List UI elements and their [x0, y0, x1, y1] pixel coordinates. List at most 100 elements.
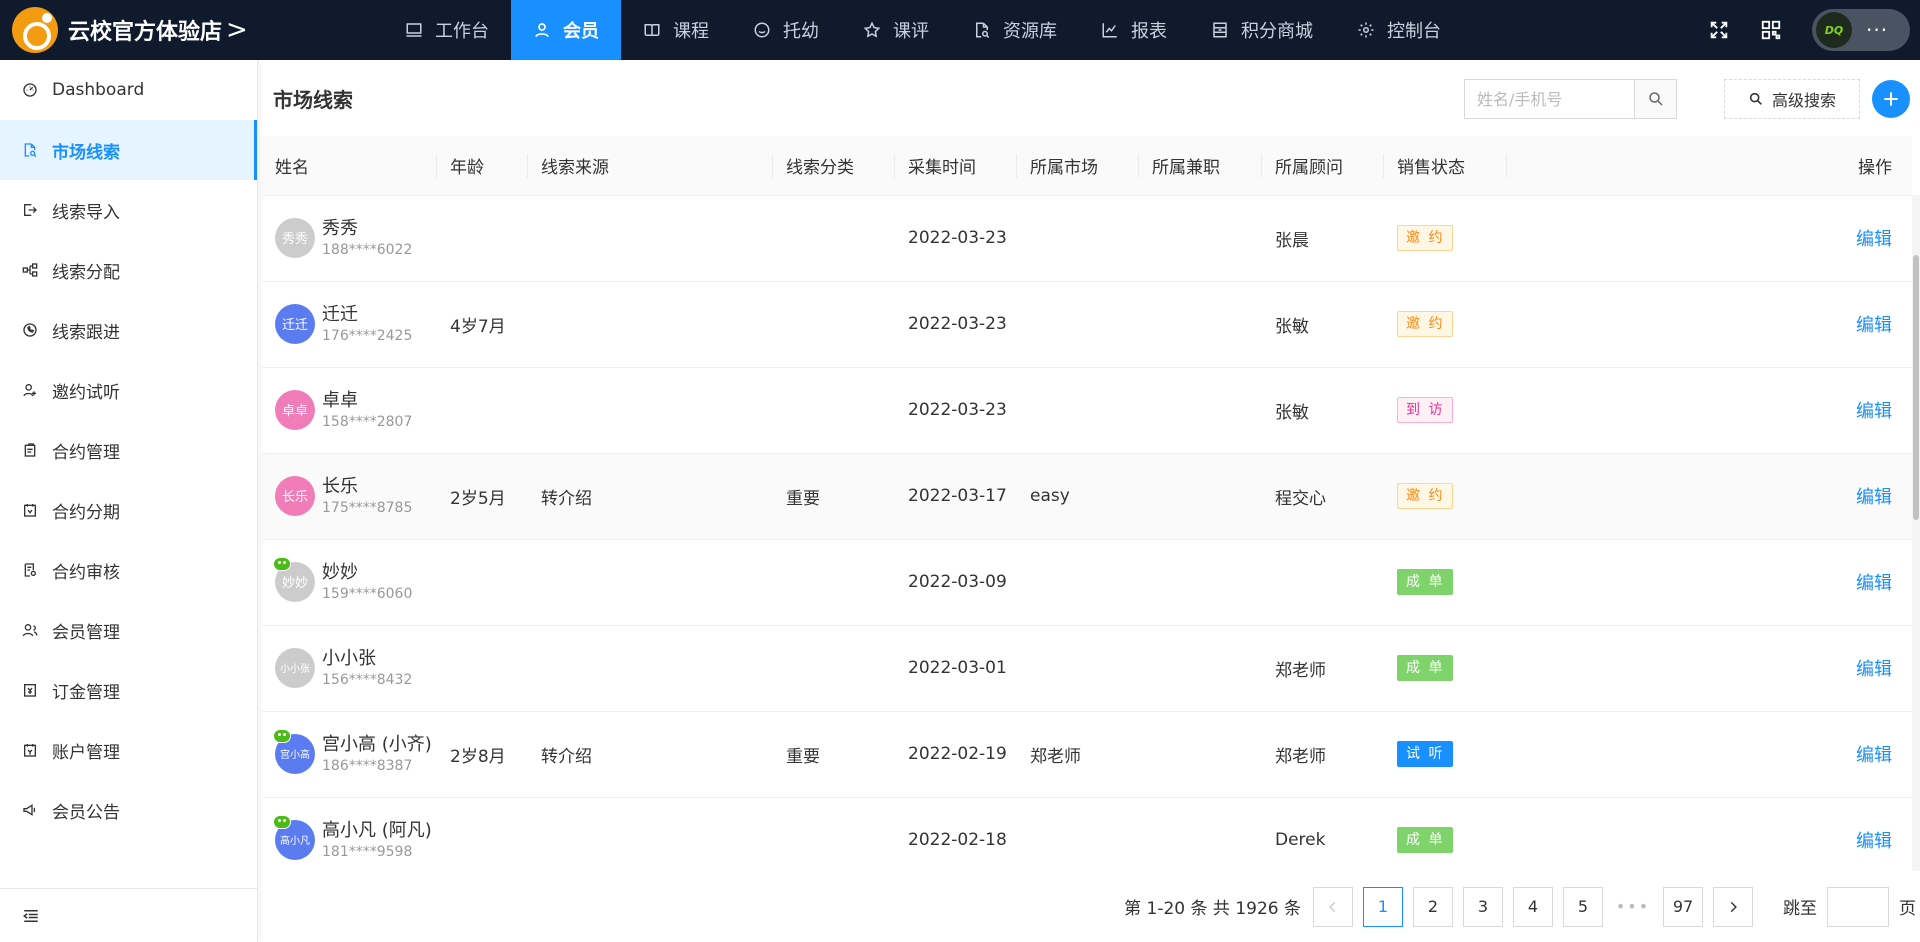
sidebar-item-9[interactable]: 会员管理 [0, 600, 257, 660]
lead-name-block: 秀秀 秀秀 188****6022 [275, 217, 437, 259]
cell-action: 编辑 [1507, 453, 1912, 540]
account-icon [22, 742, 38, 758]
lead-phone: 186****8387 [322, 757, 413, 774]
monitor-icon [405, 21, 423, 39]
sidebar-item-label: 线索跟进 [52, 322, 120, 343]
nav-item-7[interactable]: 积分商城 [1189, 0, 1335, 60]
page-number[interactable]: 4 [1513, 886, 1553, 927]
search-input[interactable] [1465, 80, 1634, 118]
sidebar-item-12[interactable]: 会员公告 [0, 780, 257, 840]
table-header: 姓名 年龄 线索来源 线索分类 采集时间 所属市场 所属兼职 所属顾问 销售状态 操作 [262, 136, 1912, 196]
column-header: 线索来源 [528, 136, 773, 196]
nav-item-label: 控制台 [1387, 21, 1441, 42]
avatar-text: 秀秀 [281, 232, 308, 248]
file-search-icon [22, 142, 38, 158]
table-row[interactable]: 迁迁 迁迁 176****2425 4岁7月 2022-03-23 张敏邀 约编辑 [262, 281, 1912, 368]
table-row[interactable]: 长乐 长乐 175****8785 2岁5月 转介绍 重要 2022-03-17 easy 程交… [262, 453, 1912, 540]
sidebar-item-4[interactable]: 线索跟进 [0, 300, 257, 360]
sidebar-item-5[interactable]: 邀约试听 [0, 360, 257, 420]
edit-link[interactable]: 编辑 [1856, 659, 1892, 680]
sidebar-item-label: 会员公告 [52, 802, 120, 823]
page-number[interactable]: 2 [1413, 886, 1453, 927]
edit-link[interactable]: 编辑 [1856, 229, 1892, 250]
cell-time: 2022-03-23 [895, 367, 1017, 454]
add-lead-button[interactable] [1872, 80, 1910, 118]
table-body: 秀秀 秀秀 188****6022 2022-03-23 张晨邀 约编辑 迁迁 迁迁 176*… [262, 195, 1912, 871]
edit-link[interactable]: 编辑 [1856, 831, 1892, 852]
table-row[interactable]: 妙妙 妙妙 159****6060 2022-03-09 成 单编辑 [262, 539, 1912, 626]
nav-item-3[interactable]: 托幼 [731, 0, 841, 60]
page-last[interactable]: 97 [1663, 886, 1703, 927]
name-text: 长乐 175****8785 [322, 475, 412, 517]
table-scrollbar[interactable] [1912, 195, 1920, 871]
dashboard-icon [22, 82, 38, 98]
qrcode-icon[interactable] [1760, 19, 1782, 41]
column-header-label: 采集时间 [908, 157, 976, 178]
cell-source [528, 539, 773, 626]
nav-item-4[interactable]: 课评 [841, 0, 951, 60]
column-header-label: 所属兼职 [1152, 157, 1220, 178]
table-row[interactable]: 秀秀 秀秀 188****6022 2022-03-23 张晨邀 约编辑 [262, 195, 1912, 282]
page-number[interactable]: 3 [1463, 886, 1503, 927]
table-row[interactable]: 小小张 小小张 156****8432 2022-03-01 郑老师成 单编辑 [262, 625, 1912, 712]
prev-page-button[interactable] [1313, 886, 1353, 927]
phone-icon [22, 322, 38, 338]
collapse-sidebar-button[interactable] [0, 888, 258, 942]
column-header: 年龄 [437, 136, 528, 196]
sidebar-item-6[interactable]: 合约管理 [0, 420, 257, 480]
sidebar-item-1[interactable]: 市场线索 [0, 120, 257, 180]
lead-name: 妙妙 [322, 562, 358, 584]
user-menu[interactable]: DQ ··· [1812, 9, 1910, 51]
avatar-text: 长乐 [281, 490, 308, 506]
sidebar-item-2[interactable]: 线索导入 [0, 180, 257, 240]
next-page-button[interactable] [1713, 886, 1753, 927]
status-badge: 成 单 [1397, 655, 1454, 681]
lead-name: 迁迁 [322, 304, 358, 326]
cell-age [437, 195, 528, 282]
fullscreen-icon[interactable] [1708, 19, 1730, 41]
advanced-search-button[interactable]: 高级搜索 [1724, 79, 1860, 119]
brand-switcher[interactable]: 云校官方体验店 > [0, 0, 383, 60]
sidebar-item-7[interactable]: 合约分期 [0, 480, 257, 540]
edit-link[interactable]: 编辑 [1856, 315, 1892, 336]
table-row[interactable]: 卓卓 卓卓 158****2807 2022-03-23 张敏到 访编辑 [262, 367, 1912, 454]
page-number[interactable]: 5 [1563, 886, 1603, 927]
nav-item-2[interactable]: 课程 [621, 0, 731, 60]
sidebar-item-label: 邀约试听 [52, 382, 120, 403]
nav-item-0[interactable]: 工作台 [383, 0, 511, 60]
nav-item-1[interactable]: 会员 [511, 0, 621, 60]
search-button[interactable] [1634, 80, 1676, 118]
edit-link[interactable]: 编辑 [1856, 745, 1892, 766]
name-text: 妙妙 159****6060 [322, 561, 412, 603]
edit-link[interactable]: 编辑 [1856, 573, 1892, 594]
cell-advisor: 郑老师 [1262, 711, 1384, 798]
nav-item-8[interactable]: 控制台 [1335, 0, 1463, 60]
table-row[interactable]: 高小凡 高小凡 (阿凡) 181****9598 2022-02-18 Derek 成 单… [262, 797, 1912, 871]
status-badge: 邀 约 [1397, 225, 1454, 251]
column-header-label: 所属顾问 [1275, 157, 1343, 178]
edit-link[interactable]: 编辑 [1856, 401, 1892, 422]
page-ellipsis[interactable]: ••• [1613, 886, 1653, 927]
sidebar-item-3[interactable]: 线索分配 [0, 240, 257, 300]
jump-page-input[interactable] [1827, 886, 1889, 927]
sidebar-item-8[interactable]: 合约审核 [0, 540, 257, 600]
scrollbar-thumb[interactable] [1913, 255, 1919, 520]
edit-link[interactable]: 编辑 [1856, 487, 1892, 508]
column-header: 姓名 [262, 136, 437, 196]
page-number[interactable]: 1 [1363, 886, 1403, 927]
status-badge: 邀 约 [1397, 311, 1454, 337]
brand-name: 云校官方体验店 [68, 20, 223, 45]
lead-phone: 181****9598 [322, 843, 413, 860]
cell-age: 2岁5月 [437, 453, 528, 540]
cell-time: 2022-02-19 [895, 711, 1017, 798]
sidebar-item-10[interactable]: 订金管理 [0, 660, 257, 720]
nav-item-label: 课评 [893, 21, 929, 42]
cell-action: 编辑 [1507, 711, 1912, 798]
sidebar-item-0[interactable]: Dashboard [0, 60, 257, 120]
nav-item-6[interactable]: 报表 [1079, 0, 1189, 60]
nav-item-5[interactable]: 资源库 [951, 0, 1079, 60]
cell-source [528, 367, 773, 454]
sidebar-item-11[interactable]: 账户管理 [0, 720, 257, 780]
table-row[interactable]: 宫小高 宫小高 (小齐) 186****8387 2岁8月 转介绍 重要 2022-02-1… [262, 711, 1912, 798]
avatar: 宫小高 [273, 728, 315, 774]
